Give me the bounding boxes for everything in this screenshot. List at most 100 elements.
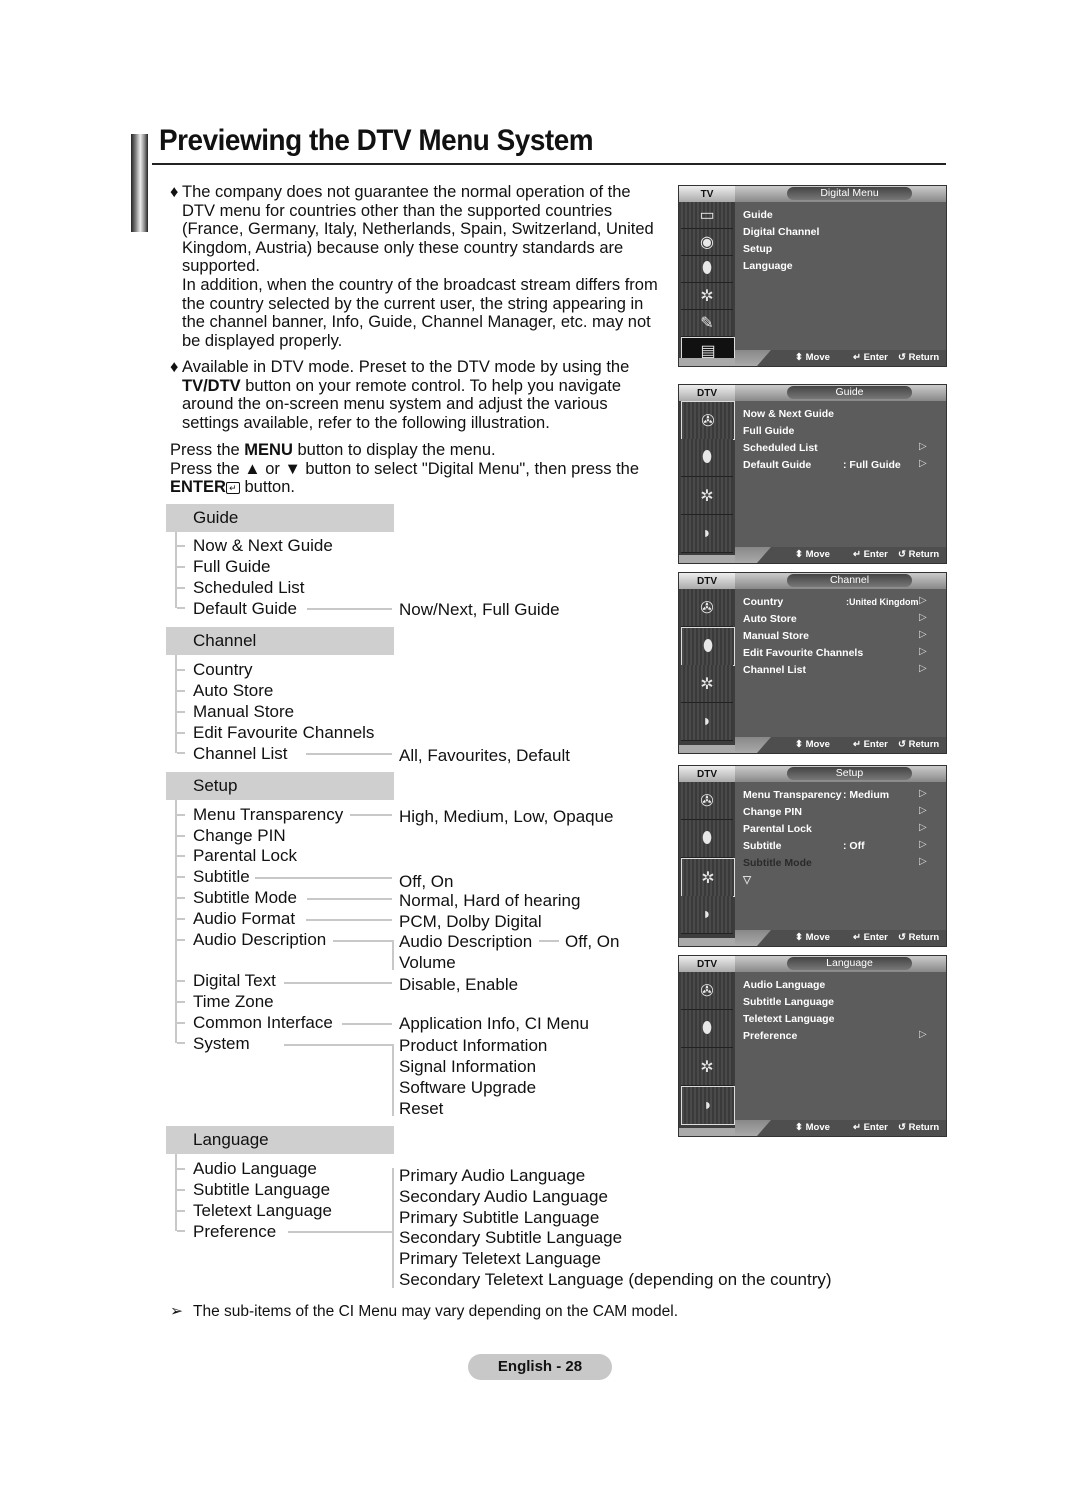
- menu-item[interactable]: Subtitle Mode: [743, 857, 812, 869]
- tree-tick: [177, 1210, 185, 1212]
- tree-item: Default Guide: [193, 599, 297, 618]
- menu-item[interactable]: Default Guide: [743, 459, 811, 471]
- tree-tick: [177, 752, 185, 754]
- menu-item[interactable]: Preference: [743, 1030, 797, 1042]
- tree-item: Subtitle Mode: [193, 888, 297, 907]
- tree-tick: [177, 587, 185, 589]
- menu-item[interactable]: Channel List: [743, 664, 806, 676]
- menu-category-tab[interactable]: ⬮: [681, 1010, 733, 1048]
- menu-category-tab[interactable]: ◗: [681, 515, 733, 553]
- leader-line: [307, 898, 392, 900]
- menu-category-tab[interactable]: ✇: [681, 401, 735, 440]
- option-text: Volume: [399, 953, 456, 972]
- menu-item[interactable]: Subtitle Language: [743, 996, 834, 1008]
- menu-item[interactable]: Scheduled List: [743, 442, 818, 454]
- tree-heading-setup: Setup: [166, 772, 394, 800]
- enter-hint: ↵ Enter: [853, 932, 888, 943]
- leader-line: [307, 608, 392, 610]
- instruction-line-1: Press the MENU button to display the men…: [170, 441, 675, 460]
- leader-line: [306, 753, 392, 755]
- tree-item: System: [193, 1034, 250, 1053]
- menu-category-tab[interactable]: ◉: [681, 229, 733, 256]
- menu-item[interactable]: Now & Next Guide: [743, 408, 834, 420]
- menu-item[interactable]: Subtitle: [743, 840, 782, 852]
- option-text: Secondary Subtitle Language: [399, 1228, 623, 1247]
- menu-category-tab[interactable]: ⬮: [681, 439, 733, 477]
- option-text: Application Info, CI Menu: [399, 1014, 589, 1033]
- tree-tick: [177, 545, 185, 547]
- menu-category-tab[interactable]: ✇: [681, 589, 733, 627]
- submenu-arrow-icon: ▷: [919, 839, 927, 850]
- text-fragment: button.: [239, 478, 295, 497]
- tree-tick: [177, 855, 185, 857]
- input-icon: ✎: [700, 315, 714, 332]
- submenu-arrow-icon: ▷: [919, 595, 927, 606]
- tree-item: Digital Text: [193, 971, 276, 990]
- option-text: Signal Information: [399, 1057, 537, 1076]
- tree-tick: [177, 1001, 185, 1003]
- tree-tick: [177, 980, 185, 982]
- submenu-arrow-icon: ▷: [919, 646, 927, 657]
- menu-category-tab[interactable]: ⬮: [681, 256, 733, 283]
- channel-icon: ⬮: [701, 1019, 713, 1037]
- panel-title: Digital Menu: [787, 187, 912, 200]
- menu-item[interactable]: Setup: [743, 243, 772, 255]
- menu-category-tab[interactable]: ✇: [681, 972, 733, 1010]
- menu-item[interactable]: Country: [743, 596, 783, 608]
- menu-item[interactable]: Language: [743, 260, 793, 272]
- menu-item[interactable]: Change PIN: [743, 806, 802, 818]
- menu-item[interactable]: Guide: [743, 209, 773, 221]
- menu-item[interactable]: Teletext Language: [743, 1013, 834, 1025]
- menu-item[interactable]: Digital Channel: [743, 226, 819, 238]
- tree-tick: [177, 814, 185, 816]
- language-icon: ◗: [702, 712, 712, 730]
- instruction-line-2: Press the ▲ or ▼ button to select "Digit…: [170, 459, 640, 478]
- menu-item[interactable]: Full Guide: [743, 425, 794, 437]
- tree-tick: [177, 939, 185, 941]
- menu-item[interactable]: Menu Transparency: [743, 789, 842, 801]
- tv-menu-panel-guide: DTV Guide ✇ ⬮ ✲ ◗ Now & Next Guide Full Guide Sc…: [678, 384, 947, 564]
- option-text: Off, On: [399, 872, 454, 891]
- menu-category-tab[interactable]: ◗: [681, 896, 733, 934]
- text-line: supported.: [182, 257, 260, 276]
- tree-item: Channel List: [193, 744, 288, 763]
- tree-tick: [177, 711, 185, 713]
- menu-category-tab[interactable]: ✲: [681, 1048, 733, 1086]
- tree-item: Parental Lock: [193, 846, 297, 865]
- menu-category-tab[interactable]: ⬮: [681, 627, 735, 666]
- menu-category-tab[interactable]: ✲: [681, 477, 733, 515]
- text-fragment: button to display the menu.: [292, 441, 496, 459]
- channel-icon: ⬮: [701, 260, 713, 277]
- menu-category-tab[interactable]: ✲: [681, 283, 733, 310]
- text-line: settings available, refer to the followi…: [182, 413, 550, 432]
- menu-category-tab[interactable]: ◗: [681, 703, 733, 741]
- option-text: Software Upgrade: [399, 1078, 537, 1097]
- enter-hint: ↵ Enter: [853, 1122, 888, 1133]
- leader-line: [284, 982, 392, 984]
- tree-tick: [177, 1230, 185, 1232]
- menu-category-tab[interactable]: ⬮: [681, 820, 733, 858]
- submenu-arrow-icon: ▷: [919, 856, 927, 867]
- menu-item[interactable]: Audio Language: [743, 979, 825, 991]
- setup-icon: ✲: [700, 1058, 714, 1076]
- menu-category-tab[interactable]: ✎: [681, 310, 733, 337]
- tree-item: Country: [193, 660, 253, 679]
- menu-category-tab[interactable]: ◗: [681, 1086, 735, 1125]
- tree-tick: [177, 1168, 185, 1170]
- menu-item[interactable]: Edit Favourite Channels: [743, 647, 863, 659]
- menu-category-tab[interactable]: ▭: [681, 202, 733, 229]
- menu-item[interactable]: Parental Lock: [743, 823, 812, 835]
- arrow-note-icon: ➢: [170, 1303, 183, 1320]
- tree-tick: [177, 876, 185, 878]
- tree-item: Change PIN: [193, 826, 286, 845]
- menu-category-tab[interactable]: ✲: [681, 665, 733, 703]
- enter-button-label: ENTER: [170, 478, 226, 497]
- menu-category-tab[interactable]: ✲: [681, 858, 735, 897]
- menu-category-tab[interactable]: ✇: [681, 782, 733, 820]
- enter-hint: ↵ Enter: [853, 549, 888, 560]
- menu-item[interactable]: Auto Store: [743, 613, 797, 625]
- move-hint: ⬍ Move: [795, 1122, 830, 1133]
- menu-item[interactable]: Manual Store: [743, 630, 809, 642]
- tree-heading-language: Language: [166, 1126, 394, 1154]
- option-text: Disable, Enable: [399, 975, 519, 994]
